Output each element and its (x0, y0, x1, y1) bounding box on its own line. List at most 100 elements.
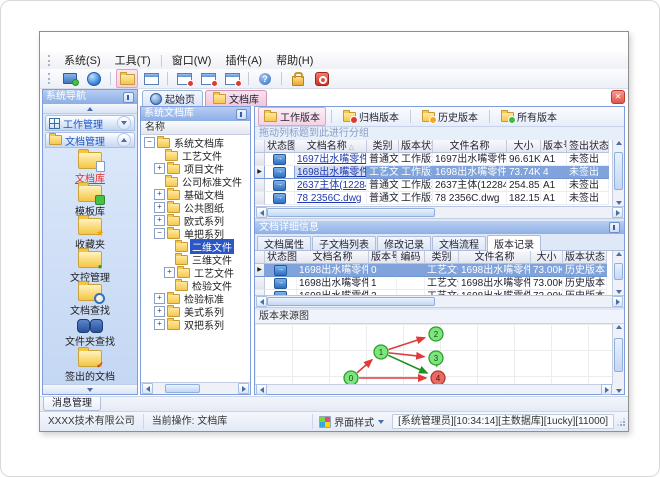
scroll-left-icon[interactable] (142, 383, 153, 394)
sidebar-item[interactable]: 文件夹查找 (43, 317, 137, 350)
graph-vscrollbar[interactable] (612, 324, 624, 394)
table-row[interactable]: 2637主体(12284).dwg普通文档工作版本2637主体(12284).d… (255, 179, 624, 192)
expand-icon[interactable]: + (154, 306, 165, 317)
tree-column-header[interactable]: 名称 (141, 121, 250, 135)
scroll-left-icon[interactable] (256, 296, 267, 307)
sidebar-item[interactable]: 收藏夹 (43, 215, 137, 251)
scrollbar-thumb[interactable] (164, 384, 200, 393)
expand-icon[interactable]: + (154, 202, 165, 213)
versions-table-hscrollbar[interactable] (255, 296, 624, 308)
toolbar-button[interactable] (173, 69, 195, 88)
column-header[interactable]: 签出状态 (567, 140, 609, 153)
expand-icon[interactable]: + (154, 319, 165, 330)
window-resize-grip[interactable] (616, 416, 626, 428)
menu-item[interactable]: 窗口(W) (165, 53, 219, 69)
pin-icon[interactable] (236, 108, 247, 120)
column-header[interactable]: 版本状态 (563, 251, 607, 264)
column-header[interactable]: 类别 (367, 140, 399, 153)
version-filter-button[interactable]: 历史版本 (416, 107, 484, 126)
column-header[interactable]: 状态图 (265, 251, 297, 264)
versions-table-vscrollbar[interactable] (612, 251, 624, 295)
collapse-icon[interactable]: − (144, 137, 155, 148)
sidebar-group-header[interactable]: 工作管理 (45, 115, 135, 131)
detail-tab[interactable]: 文档流程 (432, 236, 486, 251)
table-row[interactable]: 78 2356C.dwg普通文档工作版本78 2356C.dwg182.15KB… (255, 192, 624, 205)
menu-grip-handle[interactable] (48, 55, 53, 66)
column-header[interactable]: 版本号 (541, 140, 567, 153)
scroll-right-icon[interactable] (601, 384, 612, 395)
toolbar-button[interactable] (197, 69, 219, 88)
scroll-right-icon[interactable] (612, 207, 623, 218)
graph-hscrollbar[interactable] (255, 384, 613, 395)
scroll-right-icon[interactable] (612, 296, 623, 307)
sidebar-item[interactable]: 签出的文档 (43, 347, 137, 383)
scrollbar-thumb[interactable] (267, 297, 436, 306)
scrollbar-thumb[interactable] (614, 152, 623, 191)
sidebar-item[interactable]: 文档库 (43, 149, 137, 185)
documents-table-hscrollbar[interactable] (255, 207, 624, 219)
column-header[interactable]: 文档名称 (297, 251, 369, 264)
tree-node[interactable]: + 双把系列 (141, 317, 250, 332)
table-row[interactable]: ▶1698出水嘴零件图.dwg0工艺文件1698出水嘴零件图.dwg73.00K… (255, 264, 624, 277)
detail-tab[interactable]: 文档属性 (257, 236, 311, 251)
sidebar-item[interactable]: 文控管理 (43, 248, 137, 284)
interface-style-selector[interactable]: 界面样式 (312, 414, 390, 429)
toolbar-button[interactable] (83, 69, 105, 88)
scrollbar-thumb[interactable] (614, 338, 623, 372)
column-header[interactable]: 类别 (425, 251, 459, 264)
toolbar-grip-handle[interactable] (48, 73, 53, 84)
toolbar-button[interactable] (254, 69, 276, 88)
page-tab[interactable]: 文档库 (205, 90, 267, 106)
tree-horizontal-scrollbar[interactable] (141, 382, 250, 394)
scroll-left-icon[interactable] (256, 207, 267, 218)
collapse-icon[interactable]: − (154, 228, 165, 239)
scrollbar-thumb[interactable] (614, 263, 623, 281)
column-header[interactable]: 版本状态 (399, 140, 433, 153)
scrollbar-thumb[interactable] (267, 208, 436, 217)
sidebar-group-header[interactable]: 文档管理 (45, 132, 135, 148)
sidebar-item[interactable]: 文档查找 (43, 281, 137, 317)
toolbar-button[interactable] (116, 69, 138, 88)
column-header[interactable]: 文件名称 (433, 140, 507, 153)
expand-icon[interactable]: + (154, 293, 165, 304)
scroll-left-icon[interactable] (256, 384, 267, 395)
column-header[interactable]: 版本号 (369, 251, 397, 264)
toolbar-button[interactable] (140, 69, 162, 88)
detail-tab[interactable]: 版本记录 (487, 235, 541, 251)
version-filter-button[interactable]: 工作版本 (258, 107, 326, 126)
column-header[interactable]: 文档名称 △ (295, 140, 367, 153)
documents-table-vscrollbar[interactable] (612, 140, 624, 206)
version-filter-button[interactable]: 所有版本 (495, 107, 563, 126)
toolbar-button[interactable] (221, 69, 243, 88)
menu-item[interactable]: 帮助(H) (269, 53, 320, 69)
scroll-right-icon[interactable] (238, 383, 249, 394)
table-row[interactable]: 1698出水嘴零件图.dwg1工艺文件1698出水嘴零件图.dwg73.00KB… (255, 277, 624, 290)
detail-tab[interactable]: 子文档列表 (312, 236, 376, 251)
expand-icon[interactable]: + (164, 267, 175, 278)
table-row[interactable]: ▶1698出水嘴零件图.dwg工艺文件工作版本1698出水嘴零件图.dwg73.… (255, 166, 624, 179)
toolbar-button[interactable] (287, 69, 309, 88)
expand-icon[interactable]: + (154, 215, 165, 226)
toolbar-button[interactable] (59, 69, 81, 88)
sidebar-scroll-up[interactable] (43, 104, 137, 114)
pin-icon[interactable] (123, 91, 134, 103)
expand-icon[interactable]: + (154, 163, 165, 174)
column-header[interactable]: 编码 (397, 251, 425, 264)
chevron-down-icon[interactable] (117, 116, 131, 130)
pin-icon[interactable] (609, 222, 620, 233)
column-header[interactable]: 状态图 (265, 140, 295, 153)
toolbar-button[interactable] (311, 69, 333, 88)
message-manager-tab[interactable]: 消息管理 (43, 397, 101, 411)
column-header[interactable]: 大小 (531, 251, 563, 264)
menu-item[interactable]: 插件(A) (218, 53, 269, 69)
page-tab[interactable]: 起始页 (142, 90, 203, 106)
expand-icon[interactable]: + (154, 189, 165, 200)
column-header[interactable]: 大小 (507, 140, 541, 153)
menu-item[interactable]: 系统(S) (57, 53, 108, 69)
detail-tab[interactable]: 修改记录 (377, 236, 431, 251)
close-tab-icon[interactable]: ✕ (611, 90, 625, 104)
column-header[interactable]: 文件名称 (459, 251, 531, 264)
sidebar-item[interactable]: 模板库 (43, 182, 137, 218)
menu-item[interactable]: 工具(T) (108, 53, 158, 69)
chevron-up-icon[interactable] (117, 133, 131, 147)
